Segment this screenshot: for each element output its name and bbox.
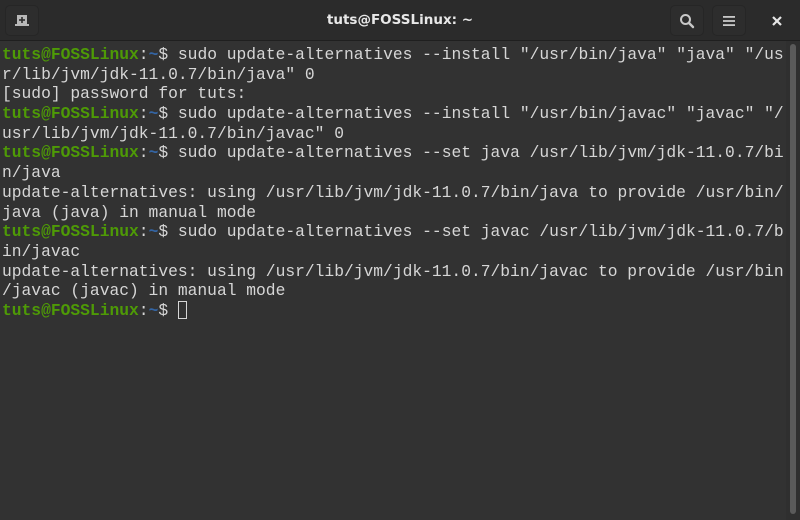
output-text: usr/lib/jvm/jdk-11.0.7/bin/javac" 0 — [2, 123, 344, 143]
output-text: java (java) in manual mode — [2, 202, 257, 222]
search-button[interactable] — [670, 5, 704, 36]
text-cursor — [177, 300, 187, 319]
scrollbar[interactable] — [786, 41, 800, 520]
command-line: tuts@FOSSLinux:~$ sudo update-alternativ… — [2, 45, 784, 65]
terminal-window: tuts@FOSSLinux: ~ tuts@FOSSLinux:~$ sudo… — [0, 0, 800, 520]
prompt-user-host: tuts@FOSSLinux — [2, 222, 139, 242]
new-tab-icon — [15, 15, 29, 26]
prompt-directory: ~ — [148, 300, 159, 320]
prompt-symbol: $ — [158, 300, 178, 320]
menu-button[interactable] — [712, 5, 746, 36]
output-line: n/java — [2, 163, 784, 183]
prompt-symbol: $ — [158, 45, 178, 64]
prompt-directory: ~ — [148, 104, 159, 124]
output-line: update-alternatives: using /usr/lib/jvm/… — [2, 262, 784, 282]
output-text: [sudo] password for tuts: — [2, 84, 247, 104]
new-tab-button[interactable] — [5, 5, 39, 36]
close-icon — [772, 15, 782, 26]
prompt-symbol: $ — [158, 222, 178, 242]
command-text: sudo update-alternatives --set javac /us… — [177, 222, 784, 242]
prompt-directory: ~ — [148, 143, 159, 163]
output-text: /javac (javac) in manual mode — [2, 281, 286, 301]
prompt-user-host: tuts@FOSSLinux — [2, 143, 139, 163]
prompt-colon: : — [138, 104, 149, 124]
command-line: tuts@FOSSLinux:~$ sudo update-alternativ… — [2, 104, 784, 124]
output-text: in/javac — [2, 241, 81, 261]
search-icon — [680, 13, 695, 28]
output-text: r/lib/jvm/jdk-11.0.7/bin/java" 0 — [2, 64, 315, 84]
prompt-user-host: tuts@FOSSLinux — [2, 45, 139, 64]
prompt-symbol: $ — [158, 143, 178, 163]
output-text: update-alternatives: using /usr/lib/jvm/… — [2, 261, 784, 281]
prompt-user-host: tuts@FOSSLinux — [2, 104, 139, 124]
prompt-colon: : — [138, 300, 149, 320]
output-text: n/java — [2, 163, 61, 183]
output-line: in/javac — [2, 242, 784, 262]
command-text: sudo update-alternatives --install "/usr… — [177, 45, 784, 64]
output-line: usr/lib/jvm/jdk-11.0.7/bin/javac" 0 — [2, 124, 784, 144]
scrollbar-thumb[interactable] — [790, 44, 796, 514]
command-line: tuts@FOSSLinux:~$ sudo update-alternativ… — [2, 222, 784, 242]
output-line: /javac (javac) in manual mode — [2, 281, 784, 301]
header-bar: tuts@FOSSLinux: ~ — [0, 0, 800, 41]
output-line: [sudo] password for tuts: — [2, 84, 784, 104]
prompt-directory: ~ — [148, 222, 159, 242]
prompt-colon: : — [138, 222, 149, 242]
prompt-colon: : — [138, 45, 149, 64]
output-text: update-alternatives: using /usr/lib/jvm/… — [2, 182, 784, 202]
command-text: sudo update-alternatives --install "/usr… — [177, 104, 784, 124]
close-button[interactable] — [760, 5, 794, 36]
command-text: sudo update-alternatives --set java /usr… — [177, 143, 784, 163]
output-line: java (java) in manual mode — [2, 203, 784, 223]
prompt-directory: ~ — [148, 45, 159, 64]
terminal-output[interactable]: tuts@FOSSLinux:~$ sudo update-alternativ… — [0, 41, 784, 520]
command-line: tuts@FOSSLinux:~$ — [2, 300, 784, 321]
prompt-symbol: $ — [158, 104, 178, 124]
prompt-colon: : — [138, 143, 149, 163]
hamburger-menu-icon — [723, 15, 735, 26]
output-line: update-alternatives: using /usr/lib/jvm/… — [2, 183, 784, 203]
command-line: tuts@FOSSLinux:~$ sudo update-alternativ… — [2, 143, 784, 163]
prompt-user-host: tuts@FOSSLinux — [2, 300, 139, 320]
output-line: r/lib/jvm/jdk-11.0.7/bin/java" 0 — [2, 65, 784, 85]
